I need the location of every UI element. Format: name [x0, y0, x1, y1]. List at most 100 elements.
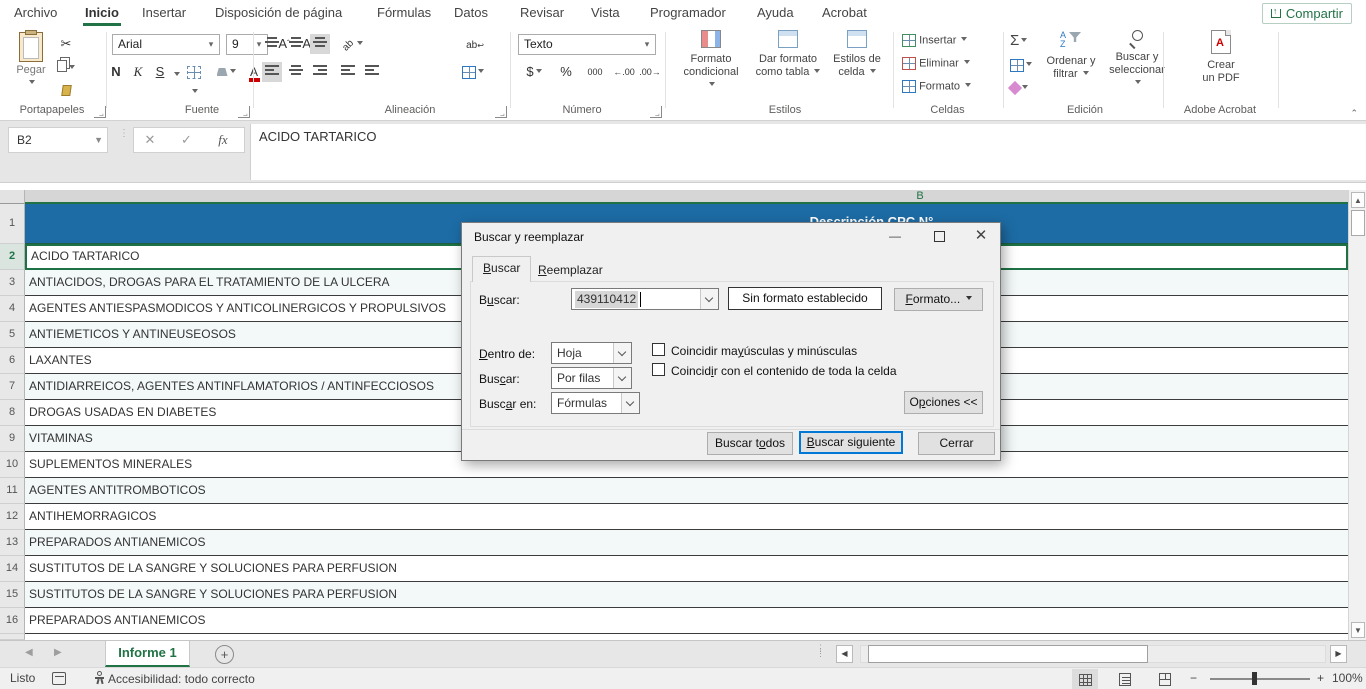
borders-dropdown-arrow[interactable] [192, 89, 198, 96]
row-header[interactable]: 3 [0, 270, 25, 296]
cell[interactable]: PREPARADOS ANTIANEMICOS [25, 608, 1348, 634]
font-family-dropdown-arrow[interactable]: ▾ [203, 35, 219, 54]
format-split-arrow[interactable] [966, 296, 972, 303]
autosum-button[interactable]: Σ [1010, 32, 1027, 49]
row-header[interactable]: 4 [0, 296, 25, 322]
search-order-dropdown-arrow[interactable] [613, 368, 631, 388]
orientation-button[interactable]: ab [338, 34, 368, 54]
sheet-nav-right-icon[interactable]: ▶ [54, 647, 62, 658]
borders-button[interactable] [184, 62, 204, 82]
vertical-scrollbar[interactable]: ▲ ▼ [1348, 190, 1366, 640]
close-icon[interactable]: ✕ [964, 223, 998, 249]
font-family-combo[interactable]: Arial▾ [112, 34, 220, 55]
copy-dropdown-arrow[interactable] [69, 65, 75, 72]
close-button[interactable]: Cerrar [918, 432, 995, 455]
find-dropdown-arrow[interactable] [700, 289, 718, 309]
row-header[interactable]: 2 [0, 244, 25, 270]
align-left-button[interactable] [262, 62, 282, 82]
confirm-entry-button[interactable]: ✓ [170, 128, 202, 152]
search-order-dropdown[interactable]: Por filas [551, 367, 632, 389]
insert-function-button[interactable]: fx [207, 128, 239, 152]
currency-dropdown-arrow[interactable] [536, 69, 542, 76]
tab-reemplazar[interactable]: Reemplazar [528, 259, 613, 282]
scroll-down-arrow[interactable]: ▼ [1351, 622, 1365, 638]
number-format-combo[interactable]: Texto▾ [518, 34, 656, 55]
maximize-icon[interactable] [922, 223, 956, 249]
cell-styles-button[interactable]: Estilos de celda [826, 30, 888, 102]
row-header[interactable]: 11 [0, 478, 25, 504]
hscroll-right-arrow[interactable]: ▶ [1330, 645, 1347, 663]
align-middle-button[interactable] [286, 34, 306, 54]
view-page-break-button[interactable] [1152, 669, 1178, 689]
within-dropdown[interactable]: Hoja [551, 342, 632, 364]
row-header[interactable]: 8 [0, 400, 25, 426]
sheet-tab-informe-1[interactable]: Informe 1 [105, 641, 190, 667]
scroll-up-arrow[interactable]: ▲ [1351, 192, 1365, 208]
tab-buscar[interactable]: Buscar [472, 256, 531, 282]
match-case-checkbox[interactable] [652, 343, 665, 356]
currency-button[interactable]: $ [520, 62, 548, 82]
horizontal-scroll-thumb[interactable] [868, 645, 1148, 663]
find-all-button[interactable]: Buscar todos [707, 432, 793, 455]
sheet-nav-left-icon[interactable]: ◀ [25, 647, 33, 658]
row-header[interactable]: 10 [0, 452, 25, 478]
tab-formulas[interactable]: Fórmulas [375, 0, 433, 26]
table-row[interactable]: 14SUSTITUTOS DE LA SANGRE Y SOLUCIONES P… [0, 556, 1348, 582]
insert-cells-button[interactable]: Insertar [902, 34, 967, 47]
tab-programador[interactable]: Programador [648, 0, 728, 26]
tab-inicio[interactable]: Inicio [83, 0, 121, 26]
number-dialog-launcher[interactable] [650, 106, 662, 118]
format-cells-button[interactable]: Formato [902, 80, 971, 93]
paste-button[interactable]: Pegar [8, 30, 54, 102]
name-box-dropdown-arrow[interactable]: ▼ [94, 128, 103, 152]
increase-decimal-button[interactable]: ←.00 [612, 62, 636, 82]
percent-button[interactable]: % [556, 62, 576, 82]
add-sheet-button[interactable]: + [215, 645, 234, 664]
tab-revisar[interactable]: Revisar [518, 0, 566, 26]
italic-button[interactable]: K [128, 62, 148, 82]
table-row[interactable]: 11AGENTES ANTITROMBOTICOS [0, 478, 1348, 504]
row-header[interactable]: 12 [0, 504, 25, 530]
increase-indent-button[interactable] [362, 62, 382, 82]
create-pdf-button[interactable]: A Crearun PDF [1190, 30, 1252, 102]
copy-button[interactable] [56, 58, 76, 78]
number-format-dropdown-arrow[interactable]: ▾ [639, 35, 655, 54]
wrap-text-button[interactable]: ab↩ [462, 34, 488, 54]
zoom-out-button[interactable]: − [1190, 671, 1197, 685]
within-dropdown-arrow[interactable] [613, 343, 631, 363]
tab-acrobat[interactable]: Acrobat [820, 0, 869, 26]
minimize-icon[interactable]: — [878, 223, 912, 249]
zoom-slider-thumb[interactable] [1252, 672, 1257, 685]
align-bottom-button[interactable] [310, 34, 330, 54]
row-header[interactable]: 16 [0, 608, 25, 634]
formula-input[interactable]: ACIDO TARTARICO [250, 124, 1366, 180]
find-next-button[interactable]: Buscar siguiente [799, 431, 903, 454]
tab-disposicion[interactable]: Disposición de página [213, 0, 344, 26]
tab-archivo[interactable]: Archivo [12, 0, 59, 26]
align-right-button[interactable] [310, 62, 330, 82]
match-entire-cell-checkbox[interactable] [652, 363, 665, 376]
accessibility-status[interactable]: Accesibilidad: todo correcto [95, 671, 255, 686]
select-all-corner[interactable] [0, 190, 25, 204]
row-header[interactable]: 7 [0, 374, 25, 400]
view-page-layout-button[interactable] [1112, 669, 1138, 689]
cancel-entry-button[interactable]: ✕ [134, 128, 166, 152]
tab-datos[interactable]: Datos [452, 0, 490, 26]
no-format-preview-button[interactable]: Sin formato establecido [728, 287, 882, 310]
vertical-scroll-thumb[interactable] [1351, 210, 1365, 236]
look-in-dropdown[interactable]: Fórmulas [551, 392, 640, 414]
cut-button[interactable]: ✂ [56, 34, 76, 54]
underline-button[interactable]: S [150, 62, 170, 82]
conditional-formatting-button[interactable]: Formato condicional [680, 30, 742, 102]
row-header[interactable]: 15 [0, 582, 25, 608]
row-header[interactable]: 6 [0, 348, 25, 374]
alignment-dialog-launcher[interactable] [495, 106, 507, 118]
format-button[interactable]: Formato... [894, 288, 983, 311]
formula-bar-splitter[interactable]: ⋮ [119, 131, 129, 137]
cell[interactable]: PREPARADOS ANTIANEMICOS [25, 530, 1348, 556]
share-button[interactable]: Compartir [1262, 3, 1352, 24]
zoom-slider-track[interactable] [1210, 678, 1310, 680]
merge-dropdown-arrow[interactable] [478, 69, 484, 76]
tab-insertar[interactable]: Insertar [140, 0, 188, 26]
underline-dropdown-arrow[interactable] [174, 72, 180, 79]
